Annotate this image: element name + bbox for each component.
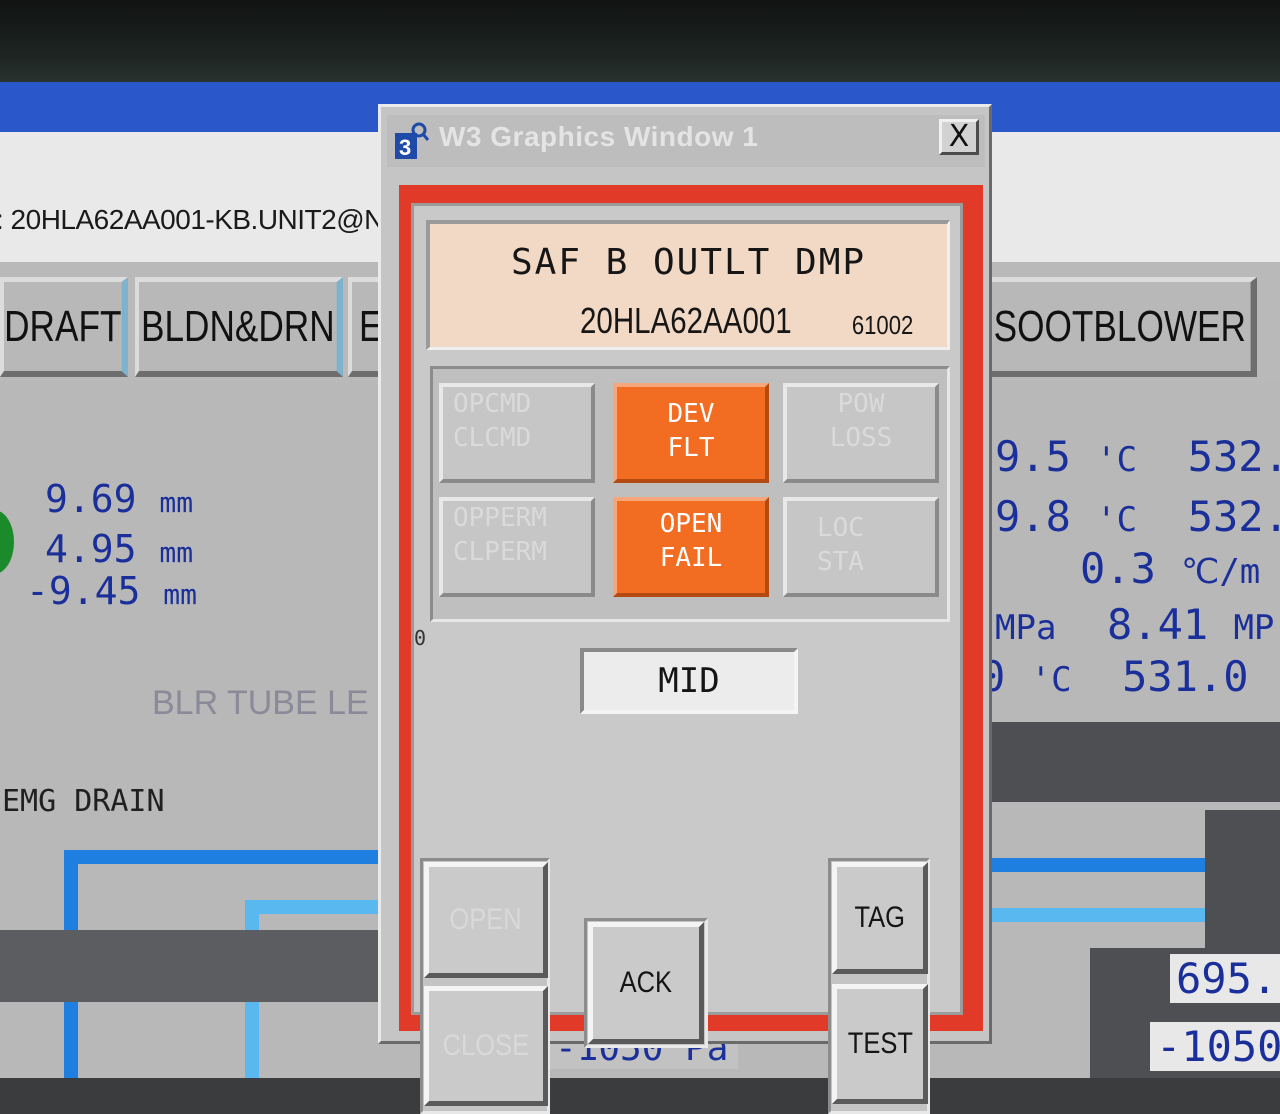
background-band-left	[0, 930, 400, 1002]
right-value-3: 0.3 ℃/m	[1080, 544, 1261, 593]
background-path-text: : 20HLA62AA001-KB.UNIT2@N	[0, 204, 384, 235]
window-title: W3 Graphics Window 1	[439, 121, 759, 152]
status-open-fail: OPEN FAIL	[613, 497, 769, 597]
left-value-1: 9.69 mm	[45, 477, 194, 521]
monitor-bezel	[0, 0, 1280, 90]
tab-bldn-drn-label: BLDN&DRN	[140, 301, 335, 351]
ack-button[interactable]: ACK	[588, 922, 704, 1044]
app-icon: 3	[395, 122, 430, 160]
tab-sootblower-label: SOOTBLOWER	[993, 301, 1246, 351]
close-icon: X	[948, 119, 970, 154]
tab-bldn-drn[interactable]: BLDN&DRN	[135, 277, 343, 377]
right-value-1: 9.5 'C 532.	[995, 432, 1280, 481]
right-value-4: MPa 8.41 MP	[995, 600, 1275, 649]
tag-button[interactable]: TAG	[832, 862, 928, 974]
device-tag: 20HLA62AA001	[580, 300, 792, 341]
scale-zero-label: 0	[414, 626, 427, 650]
tab-draft-label: DRAFT	[4, 301, 122, 351]
left-value-2: 4.95 mm	[45, 527, 194, 571]
status-loc-sta: LOC STA	[783, 497, 939, 597]
tab-draft[interactable]: DRAFT	[0, 277, 128, 377]
tab-sootblower[interactable]: SOOTBLOWER	[985, 277, 1257, 377]
blr-tube-label: BLR TUBE LE	[152, 684, 369, 722]
pipe-line-inner-top	[245, 900, 395, 914]
close-button-valve[interactable]: CLOSE	[424, 986, 548, 1106]
pipe-line-right	[985, 858, 1205, 872]
background-panel-right	[990, 722, 1280, 802]
status-opperm-clperm: OPPERM CLPERM	[439, 497, 595, 597]
close-button[interactable]: X	[939, 119, 979, 155]
open-button[interactable]: OPEN	[424, 862, 548, 978]
device-name: SAF B OUTLT DMP	[510, 242, 867, 283]
faceplate: SAF B OUTLT DMP 20HLA62AA001 61002 OPCMD…	[411, 203, 963, 1114]
emg-drain-label: EMG DRAIN	[2, 784, 165, 819]
test-button[interactable]: TEST	[832, 984, 928, 1104]
status-panel: OPCMD CLCMD DEV FLT POW LOSS OPPERM CLPERM O…	[430, 366, 950, 622]
device-header: SAF B OUTLT DMP 20HLA62AA001 61002	[426, 220, 950, 350]
position-display: MID	[580, 648, 798, 714]
device-number: 61002	[851, 310, 913, 340]
pipe-line-top	[64, 850, 394, 864]
status-dev-flt: DEV FLT	[613, 383, 769, 483]
svg-text:3: 3	[399, 135, 411, 160]
status-pow-loss: POW LOSS	[783, 383, 939, 483]
right-value-5: 0 'C 531.0 'C	[980, 652, 1280, 701]
pipe-line-right-2	[985, 908, 1205, 922]
w3-graphics-window: 3 W3 Graphics Window 1 X SAF B OUTLT DMP…	[378, 104, 992, 1114]
bottom-right-value-2: -1050	[1150, 1022, 1280, 1071]
right-value-2: 9.8 'C 532.	[995, 492, 1280, 541]
bottom-right-value-1: 695.	[1170, 954, 1280, 1003]
background-panel-right-2	[1205, 810, 1280, 950]
status-opcmd-clcmd: OPCMD CLCMD	[439, 383, 595, 483]
left-value-3: -9.45 mm	[26, 569, 197, 613]
